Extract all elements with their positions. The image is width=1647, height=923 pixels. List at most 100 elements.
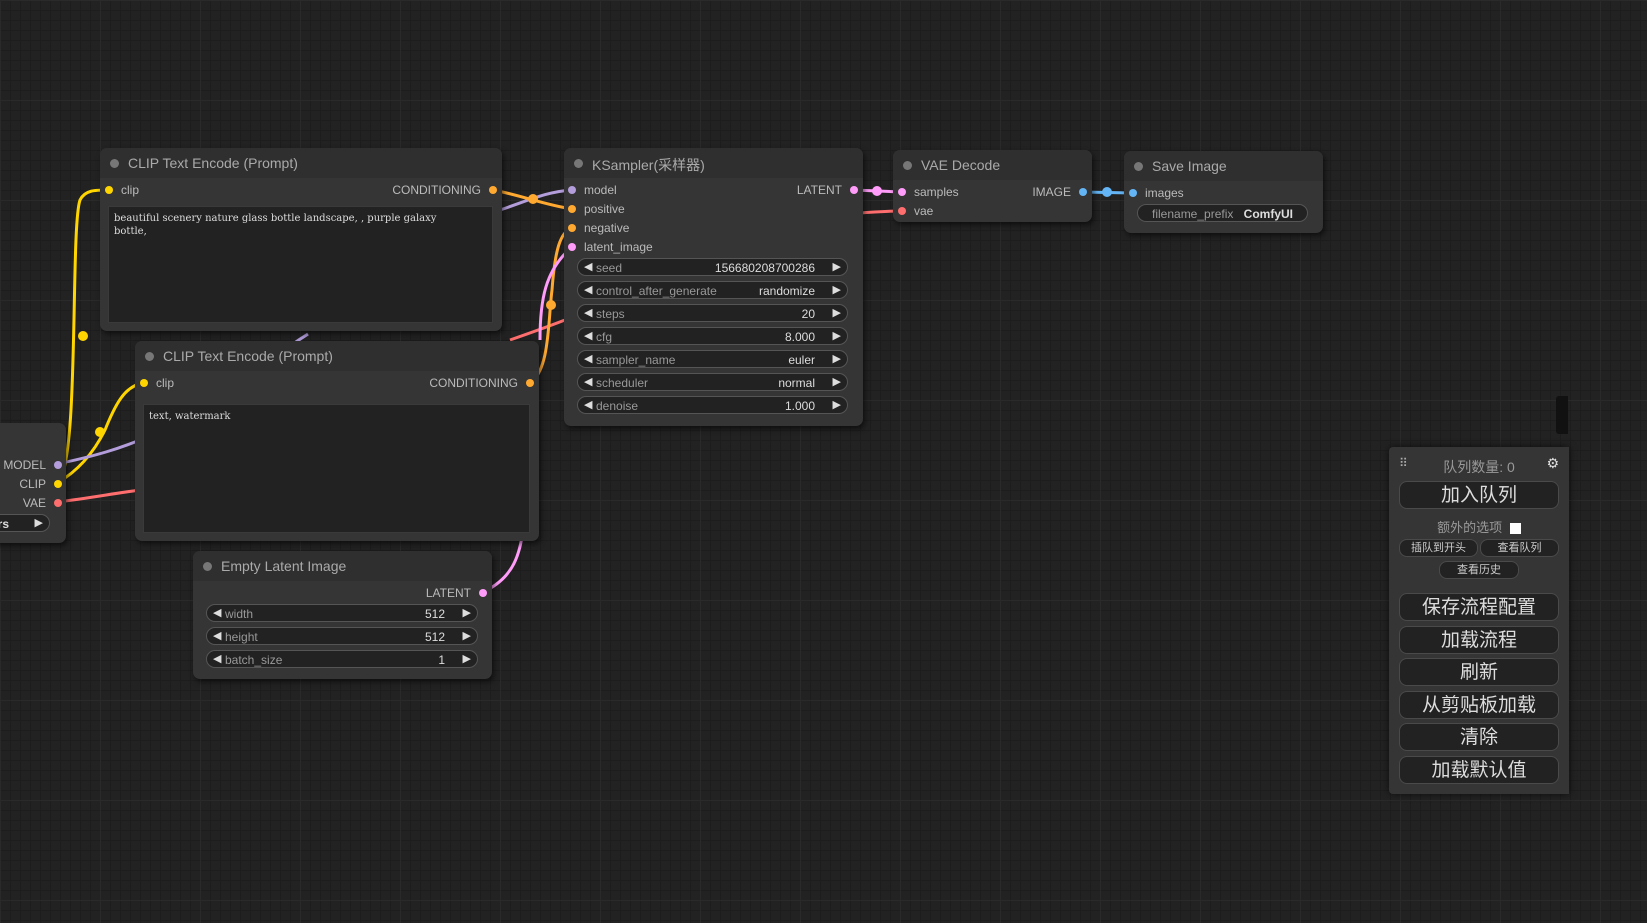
arrow-left-icon[interactable]: ◀ — [584, 375, 592, 388]
arrow-right-icon[interactable]: ▶ — [833, 260, 841, 273]
clear-button[interactable]: 清除 — [1399, 723, 1559, 751]
node-title-bar[interactable]: VAE Decode — [893, 150, 1092, 180]
arrow-right-icon[interactable]: ▶ — [833, 283, 841, 296]
output-model[interactable]: MODEL — [3, 458, 62, 472]
arrow-left-icon[interactable]: ◀ — [213, 652, 221, 665]
arrow-right-icon[interactable]: ▶ — [35, 516, 43, 529]
collapse-dot-icon[interactable] — [145, 352, 154, 361]
height-widget[interactable]: ◀ height 512 ▶ — [206, 627, 478, 645]
arrow-left-icon[interactable]: ◀ — [584, 398, 592, 411]
input-samples[interactable]: samples — [898, 185, 959, 199]
prompt-textarea[interactable]: beautiful scenery nature glass bottle la… — [108, 206, 493, 323]
node-title-bar[interactable]: CLIP Text Encode (Prompt) — [135, 341, 539, 371]
scheduler-widget[interactable]: ◀ scheduler normal ▶ — [577, 373, 848, 391]
input-model[interactable]: model — [568, 183, 617, 197]
sampler-name-widget[interactable]: ◀ sampler_name euler ▶ — [577, 350, 848, 368]
arrow-left-icon[interactable]: ◀ — [584, 283, 592, 296]
collapse-dot-icon[interactable] — [110, 159, 119, 168]
arrow-left-icon[interactable]: ◀ — [584, 352, 592, 365]
extra-options-checkbox[interactable] — [1509, 523, 1521, 535]
scroll-indicator[interactable] — [1556, 396, 1568, 434]
link-vae — [56, 488, 141, 504]
settings-gear-icon[interactable]: ⚙ — [1546, 455, 1559, 472]
collapse-dot-icon[interactable] — [903, 161, 912, 170]
input-images[interactable]: images — [1129, 186, 1184, 200]
extra-options-row: 额外的选项 — [1389, 517, 1569, 536]
save-image-node[interactable]: Save Image images filename_prefix ComfyU… — [1124, 151, 1323, 233]
input-positive[interactable]: positive — [568, 202, 625, 216]
reroute-dot-image[interactable] — [1102, 187, 1112, 197]
cfg-widget[interactable]: ◀ cfg 8.000 ▶ — [577, 327, 848, 345]
collapse-dot-icon[interactable] — [1134, 162, 1143, 171]
arrow-left-icon[interactable]: ◀ — [584, 260, 592, 273]
clipspace-button[interactable]: 从剪贴板加载 — [1399, 691, 1559, 719]
queue-prompt-button[interactable]: 加入队列 — [1399, 481, 1559, 509]
empty-latent-image-node[interactable]: Empty Latent Image LATENT ◀ width 512 ▶ ◀ h… — [193, 551, 492, 679]
node-title-bar[interactable]: KSampler(采样器) — [564, 148, 863, 178]
node-title: Empty Latent Image — [221, 558, 347, 574]
clip-text-encode-negative-node[interactable]: CLIP Text Encode (Prompt) clip CONDITION… — [135, 341, 539, 541]
reroute-dot-positive[interactable] — [528, 194, 538, 204]
load-default-button[interactable]: 加载默认值 — [1399, 756, 1559, 784]
arrow-right-icon[interactable]: ▶ — [463, 652, 471, 665]
width-widget[interactable]: ◀ width 512 ▶ — [206, 604, 478, 622]
reroute-dot-latent[interactable] — [872, 186, 882, 196]
output-conditioning[interactable]: CONDITIONING — [392, 183, 497, 197]
arrow-right-icon[interactable]: ▶ — [833, 375, 841, 388]
batch-size-widget[interactable]: ◀ batch_size 1 ▶ — [206, 650, 478, 668]
arrow-left-icon[interactable]: ◀ — [584, 306, 592, 319]
arrow-right-icon[interactable]: ▶ — [833, 352, 841, 365]
steps-widget[interactable]: ◀ steps 20 ▶ — [577, 304, 848, 322]
input-negative[interactable]: negative — [568, 221, 629, 235]
denoise-widget[interactable]: ◀ denoise 1.000 ▶ — [577, 396, 848, 414]
output-conditioning[interactable]: CONDITIONING — [429, 376, 534, 390]
comfy-menu-panel[interactable]: ⠿ 队列数量: 0 ⚙ 加入队列 额外的选项 插队到开头 查看队列 查看历史 保… — [1389, 447, 1569, 794]
arrow-right-icon[interactable]: ▶ — [463, 629, 471, 642]
reroute-dot-negative[interactable] — [546, 300, 556, 310]
view-history-button[interactable]: 查看历史 — [1439, 561, 1519, 579]
output-latent[interactable]: LATENT — [426, 586, 487, 600]
input-latent-image[interactable]: latent_image — [568, 240, 653, 254]
collapse-dot-icon[interactable] — [574, 159, 583, 168]
arrow-left-icon[interactable]: ◀ — [584, 329, 592, 342]
filename-prefix-widget[interactable]: filename_prefix ComfyUI — [1137, 204, 1308, 222]
arrow-left-icon[interactable]: ◀ — [213, 606, 221, 619]
arrow-right-icon[interactable]: ▶ — [833, 329, 841, 342]
output-image[interactable]: IMAGE — [1032, 185, 1087, 199]
extra-options-label: 额外的选项 — [1437, 520, 1503, 535]
input-vae[interactable]: vae — [898, 204, 933, 218]
clip-text-encode-positive-node[interactable]: CLIP Text Encode (Prompt) clip CONDITION… — [100, 148, 502, 331]
queue-front-button[interactable]: 插队到开头 — [1399, 539, 1478, 557]
input-clip[interactable]: clip — [140, 376, 174, 390]
control-after-generate-widget[interactable]: ◀ control_after_generate randomize ▶ — [577, 281, 848, 299]
ckpt-name-widget[interactable]: sors ▶ — [0, 514, 50, 532]
node-title-bar[interactable]: Empty Latent Image — [193, 551, 492, 581]
save-button[interactable]: 保存流程配置 — [1399, 593, 1559, 621]
ksampler-node[interactable]: KSampler(采样器) model positive negative la… — [564, 148, 863, 426]
queue-size-label: 队列数量: 0 — [1443, 459, 1515, 475]
output-latent[interactable]: LATENT — [797, 183, 858, 197]
node-title-bar[interactable]: Save Image — [1124, 151, 1323, 181]
input-clip[interactable]: clip — [105, 183, 139, 197]
reroute-dot-clip[interactable] — [78, 331, 88, 341]
arrow-right-icon[interactable]: ▶ — [833, 398, 841, 411]
node-title: Save Image — [1152, 158, 1227, 174]
reroute-dot-clip2[interactable] — [95, 427, 105, 437]
output-vae[interactable]: VAE — [23, 496, 62, 510]
node-title-bar[interactable]: CLIP Text Encode (Prompt) — [100, 148, 502, 178]
node-title: VAE Decode — [921, 157, 1001, 173]
checkpoint-loader-node[interactable]: MODEL CLIP VAE sors ▶ — [0, 423, 66, 543]
arrow-right-icon[interactable]: ▶ — [833, 306, 841, 319]
load-button[interactable]: 加载流程 — [1399, 626, 1559, 654]
node-title: CLIP Text Encode (Prompt) — [163, 348, 333, 364]
collapse-dot-icon[interactable] — [203, 562, 212, 571]
prompt-textarea[interactable]: text, watermark — [143, 404, 530, 533]
arrow-right-icon[interactable]: ▶ — [463, 606, 471, 619]
vae-decode-node[interactable]: VAE Decode samples vae IMAGE — [893, 150, 1092, 222]
refresh-button[interactable]: 刷新 — [1399, 658, 1559, 686]
view-queue-button[interactable]: 查看队列 — [1480, 539, 1559, 557]
seed-widget[interactable]: ◀ seed 156680208700286 ▶ — [577, 258, 848, 276]
node-title: CLIP Text Encode (Prompt) — [128, 155, 298, 171]
arrow-left-icon[interactable]: ◀ — [213, 629, 221, 642]
output-clip[interactable]: CLIP — [19, 477, 62, 491]
